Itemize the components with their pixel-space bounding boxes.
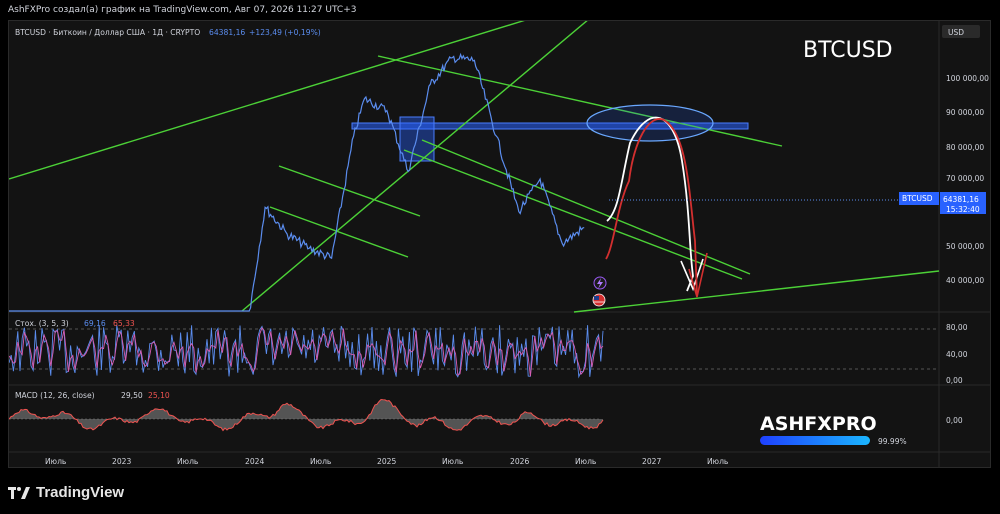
y-tick-80000: 80 000,00 [946, 143, 984, 152]
big-symbol-title: BTCUSD [803, 38, 893, 63]
last-price-text: 64381,16 [209, 28, 245, 37]
tradingview-logo-icon [8, 486, 30, 499]
lightning-icon[interactable] [593, 276, 607, 290]
time-axis[interactable]: Июль 2023 Июль 2024 Июль 2025 Июль 2026 … [45, 457, 729, 466]
symbol-info-line: BTCUSD · Биткоин / Доллар США · 1Д · CRY… [15, 28, 200, 37]
stoch-tick-0: 0,00 [946, 376, 963, 385]
stochastic-pane[interactable]: Стох. (3, 5, 3) 69,16 65,33 80,00 40,00 … [9, 319, 968, 385]
macd-value-1: 29,50 [121, 391, 143, 400]
x-tick-1: 2023 [112, 457, 131, 466]
x-tick-0: Июль [45, 457, 67, 466]
x-tick-2: Июль [177, 457, 199, 466]
main-pane[interactable]: BTCUSD · Биткоин / Доллар США · 1Д · CRY… [9, 21, 940, 333]
chart-svg[interactable]: BTCUSD · Биткоин / Доллар США · 1Д · CRY… [9, 21, 991, 468]
y-tick-40000: 40 000,00 [946, 276, 984, 285]
stoch-title: Стох. (3, 5, 3) [15, 319, 69, 328]
macd-signal-line[interactable] [9, 398, 604, 432]
x-tick-8: Июль [575, 457, 597, 466]
x-tick-9: 2027 [642, 457, 661, 466]
stoch-tick-40: 40,00 [946, 350, 968, 359]
watermark-percent: 99.99% [878, 437, 907, 446]
y-tick-100000: 100 000,00 [946, 74, 989, 83]
y-tick-70000: 70 000,00 [946, 174, 984, 183]
macd-tick-0: 0,00 [946, 416, 963, 425]
trendline-upper-long[interactable] [9, 21, 529, 180]
price-axis[interactable]: USD 100 000,00 90 000,00 80 000,00 70 00… [899, 25, 989, 285]
price-tag-value: 64381,16 [943, 195, 979, 204]
tradingview-brand: TradingView [36, 484, 125, 501]
us-flag-icon[interactable] [592, 293, 606, 307]
currency-label: USD [948, 28, 964, 37]
y-tick-90000: 90 000,00 [946, 108, 984, 117]
macd-title: MACD (12, 26, close) [15, 391, 95, 400]
channel-2024-upper[interactable] [278, 165, 421, 217]
red-projection-path[interactable] [605, 118, 698, 297]
channel-2025-upper[interactable] [377, 55, 783, 147]
snapshot-header: AshFXPro создал(а) график на TradingView… [8, 5, 357, 15]
long-term-support[interactable] [573, 270, 940, 313]
watermark-progress-bar [760, 436, 870, 445]
price-change-text: +123,49 (+0,19%) [249, 28, 321, 37]
x-tick-5: 2025 [377, 457, 396, 466]
price-tag-countdown: 15:32:40 [946, 205, 980, 214]
stoch-d-value: 65,33 [113, 319, 135, 328]
stoch-tick-80: 80,00 [946, 323, 968, 332]
macd-pane[interactable]: MACD (12, 26, close) 29,50 25,10 0,00 AS… [9, 391, 963, 446]
x-tick-4: Июль [310, 457, 332, 466]
x-tick-10: Июль [707, 457, 729, 466]
chart-frame[interactable]: BTCUSD · Биткоин / Доллар США · 1Д · CRY… [8, 20, 991, 468]
x-tick-7: 2026 [510, 457, 529, 466]
x-tick-6: Июль [442, 457, 464, 466]
y-tick-50000: 50 000,00 [946, 242, 984, 251]
channel-2025-lower-a[interactable] [421, 139, 751, 275]
ashfxpro-watermark: ASHFXPRO [760, 413, 877, 435]
tradingview-footer[interactable]: TradingView [8, 484, 124, 501]
macd-value-2: 25,10 [148, 391, 170, 400]
stoch-k-value: 69,16 [84, 319, 106, 328]
x-tick-3: 2024 [245, 457, 264, 466]
price-tag-label: BTCUSD [902, 194, 933, 203]
